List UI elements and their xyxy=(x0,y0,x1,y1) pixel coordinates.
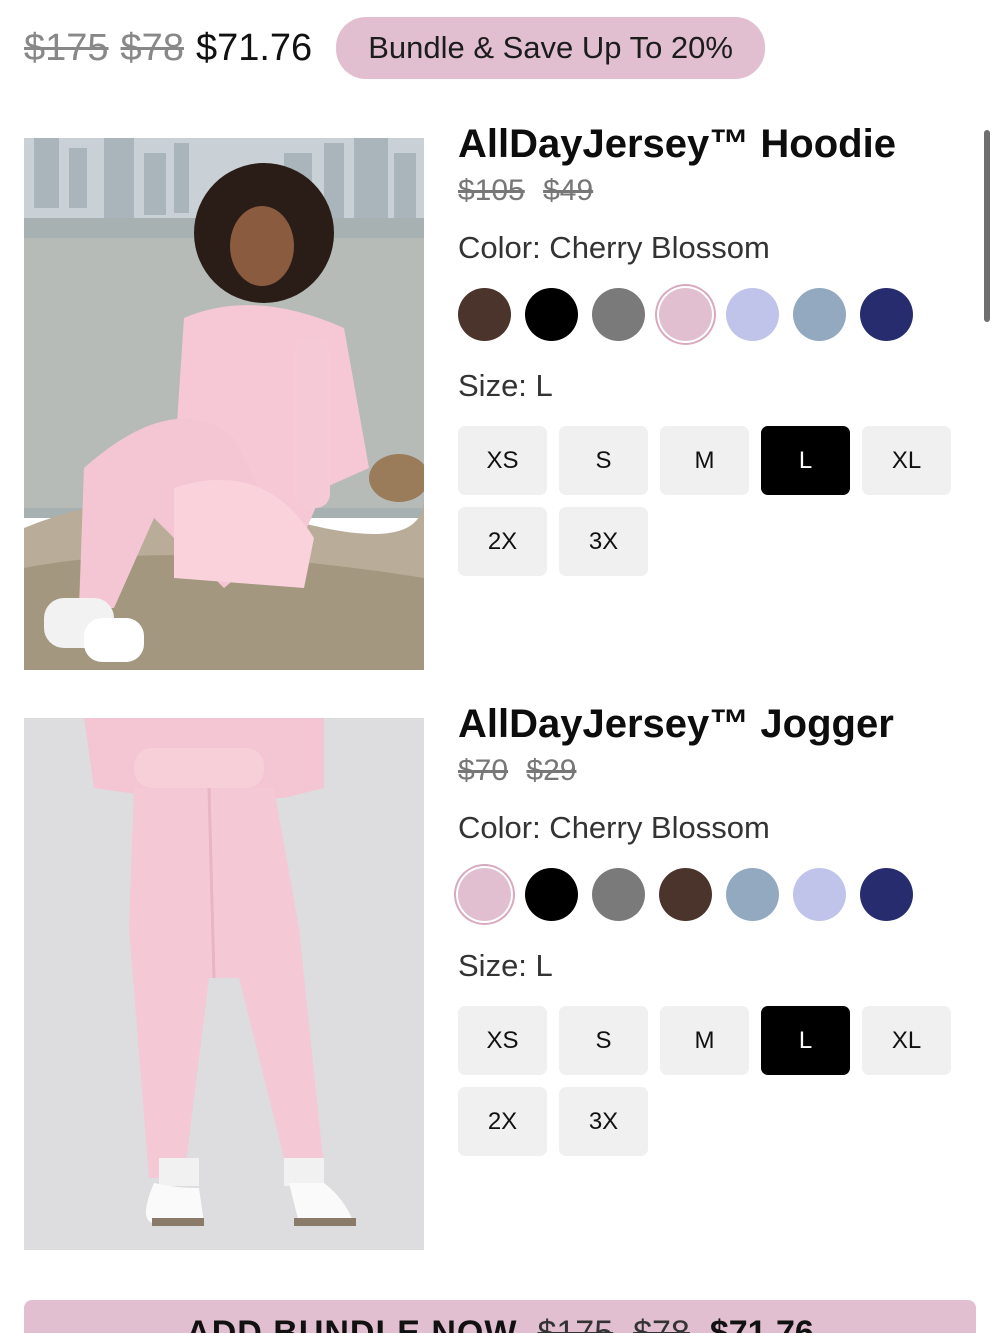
hoodie-sale-price: $49 xyxy=(543,174,594,207)
add-bundle-button[interactable]: ADD BUNDLE NOW $175 $78 $71.76 xyxy=(24,1300,976,1333)
jogger-size-3x-button[interactable]: 3X xyxy=(559,1087,648,1156)
jogger-original-price: $70 xyxy=(458,754,509,787)
jogger-size-xs-button[interactable]: XS xyxy=(458,1006,547,1075)
bundle-old-price-2: $78 xyxy=(120,26,184,69)
jogger-color-swatch[interactable] xyxy=(525,867,578,921)
jogger-color-swatch[interactable] xyxy=(592,867,645,921)
jogger-size-xl-button[interactable]: XL xyxy=(862,1006,951,1075)
hoodie-size-xs-button[interactable]: XS xyxy=(458,426,547,495)
jogger-prices: $70 $29 xyxy=(458,754,978,788)
hoodie-info: AllDayJersey™ Hoodie $105 $49 Color: Che… xyxy=(458,118,978,576)
hoodie-color-swatch[interactable] xyxy=(458,287,511,341)
hoodie-size-xl-button[interactable]: XL xyxy=(862,426,951,495)
hoodie-color-label: Color: Cherry Blossom xyxy=(458,230,770,265)
bundle-header: $175 $78 $71.76 Bundle & Save Up To 20% xyxy=(0,0,1000,100)
hoodie-title: AllDayJersey™ Hoodie xyxy=(458,122,896,166)
jogger-title: AllDayJersey™ Jogger xyxy=(458,702,894,746)
jogger-sale-price: $29 xyxy=(526,754,577,787)
hoodie-color-swatch[interactable] xyxy=(726,287,779,341)
jogger-color-swatch[interactable] xyxy=(659,867,712,921)
hoodie-color-swatch[interactable] xyxy=(659,287,712,341)
jogger-color-swatch[interactable] xyxy=(793,867,846,921)
jogger-size-label: Size: L xyxy=(458,948,553,983)
add-bundle-price: $71.76 xyxy=(709,1314,814,1333)
jogger-size-s-button[interactable]: S xyxy=(559,1006,648,1075)
hoodie-size-label: Size: L xyxy=(458,368,553,403)
add-bundle-old-price-1: $175 xyxy=(537,1314,614,1333)
hoodie-color-swatch[interactable] xyxy=(592,287,645,341)
jogger-color-swatch[interactable] xyxy=(860,867,913,921)
hoodie-color-swatch[interactable] xyxy=(793,287,846,341)
jogger-size-2x-button[interactable]: 2X xyxy=(458,1087,547,1156)
hoodie-photo xyxy=(24,138,424,670)
hoodie-size-s-button[interactable]: S xyxy=(559,426,648,495)
hoodie-size-3x-button[interactable]: 3X xyxy=(559,507,648,576)
hoodie-size-l-button[interactable]: L xyxy=(761,426,850,495)
bundle-current-price: $71.76 xyxy=(195,26,313,69)
hoodie-prices: $105 $49 xyxy=(458,174,978,208)
add-bundle-old-price-2: $78 xyxy=(633,1314,690,1333)
jogger-color-label: Color: Cherry Blossom xyxy=(458,810,770,845)
jogger-info: AllDayJersey™ Jogger $70 $29 Color: Cher… xyxy=(458,698,978,1156)
jogger-color-swatch[interactable] xyxy=(726,867,779,921)
hoodie-color-swatch[interactable] xyxy=(860,287,913,341)
bundle-save-badge: Bundle & Save Up To 20% xyxy=(336,17,765,79)
scrollbar[interactable] xyxy=(984,130,990,322)
jogger-color-swatch[interactable] xyxy=(458,867,511,921)
jogger-photo xyxy=(24,718,424,1250)
hoodie-size-2x-button[interactable]: 2X xyxy=(458,507,547,576)
bundle-price-row: $175 $78 $71.76 Bundle & Save Up To 20% xyxy=(24,17,765,79)
jogger-size-grid: XS S M L XL 2X 3X xyxy=(458,1006,958,1156)
hoodie-swatches xyxy=(458,284,978,344)
hoodie-original-price: $105 xyxy=(458,174,525,207)
hoodie-size-m-button[interactable]: M xyxy=(660,426,749,495)
add-bundle-label: ADD BUNDLE NOW xyxy=(186,1314,518,1333)
hoodie-color-swatch[interactable] xyxy=(525,287,578,341)
jogger-swatches xyxy=(458,864,978,924)
bundle-old-price-1: $175 xyxy=(24,26,109,69)
hoodie-size-grid: XS S M L XL 2X 3X xyxy=(458,426,958,576)
jogger-size-m-button[interactable]: M xyxy=(660,1006,749,1075)
jogger-size-l-button[interactable]: L xyxy=(761,1006,850,1075)
